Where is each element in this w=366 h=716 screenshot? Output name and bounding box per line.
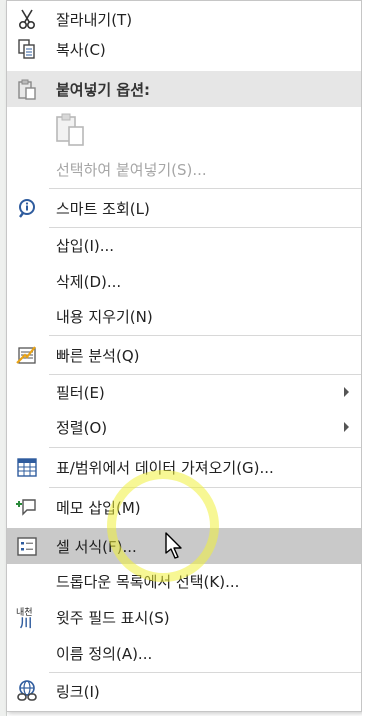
menu-item-quick-analysis[interactable]: 빠른 분석(Q) [7,337,361,373]
menu-item-label: 이름 정의(A)... [56,644,153,663]
menu-item-label: 선택하여 붙여넣기(S)... [56,160,207,179]
menu-item-label: 빠른 분석(Q) [56,346,140,365]
paste-button-icon[interactable] [53,111,89,147]
right-edge [362,0,366,716]
menu-item-filter[interactable]: 필터(E) [7,374,361,410]
menu-item-clear-contents[interactable]: 내용 지우기(N) [7,298,361,334]
menu-item-label: 스마트 조회(L) [56,199,150,218]
menu-item-delete[interactable]: 삭제(D)... [7,263,361,299]
svg-text:川: 川 [19,616,32,629]
menu-item-label: 삽입(I)... [56,236,115,255]
phonetic-icon: 내천 川 [15,605,39,630]
copy-icon [15,37,39,61]
menu-item-label: 셀 서식(F)... [56,537,137,556]
menu-item-define-name[interactable]: 이름 정의(A)... [7,635,361,671]
link-icon [15,679,39,703]
menu-item-pick-from-list[interactable]: 드롭다운 목록에서 선택(K)... [7,563,361,599]
menu-item-label: 표/범위에서 데이터 가져오기(G)... [56,458,274,477]
menu-item-label: 붙여넣기 옵션: [56,80,151,99]
format-cells-icon [15,534,39,558]
clipboard-icon [15,77,39,101]
menu-item-get-data[interactable]: 표/범위에서 데이터 가져오기(G)... [7,449,361,485]
menu-item-phonetic-field[interactable]: 내천 川 윗주 필드 표시(S) [7,599,361,635]
menu-item-label: 내용 지우기(N) [56,307,153,326]
menu-item-label: 잘라내기(T) [56,10,133,29]
menu-item-paste-special: 선택하여 붙여넣기(S)... [7,151,361,187]
smart-lookup-icon [15,196,39,220]
menu-item-format-cells[interactable]: 셀 서식(F)... [7,528,361,564]
menu-item-label: 링크(I) [56,682,100,701]
menu-item-label: 필터(E) [56,383,105,402]
menu-item-insert-comment[interactable]: 메모 삽입(M) [7,489,361,525]
separator [49,335,361,336]
quick-analysis-icon [15,343,39,367]
menu-item-label: 복사(C) [56,40,106,59]
menu-item-label: 메모 삽입(M) [56,498,141,517]
context-menu: 잘라내기(T) 복사(C) 붙여넣기 옵션: 선택하여 붙여넣기(S)... 스… [6,0,362,712]
scissors-icon [15,7,39,31]
comment-icon [15,495,39,519]
menu-item-smart-lookup[interactable]: 스마트 조회(L) [7,190,361,226]
menu-item-insert[interactable]: 삽입(I)... [7,227,361,263]
menu-item-sort[interactable]: 정렬(O) [7,409,361,445]
menu-item-label: 삭제(D)... [56,272,122,291]
submenu-arrow-icon [344,422,349,432]
paste-options-header: 붙여넣기 옵션: [7,71,361,107]
table-icon [15,455,39,479]
menu-item-label: 드롭다운 목록에서 선택(K)... [56,572,240,591]
menu-item-copy[interactable]: 복사(C) [7,31,361,67]
separator [49,447,361,448]
separator [49,188,361,189]
submenu-arrow-icon [344,387,349,397]
separator [49,487,361,488]
menu-item-link[interactable]: 링크(I) [7,673,361,709]
menu-item-label: 정렬(O) [56,418,108,437]
menu-item-label: 윗주 필드 표시(S) [56,608,170,627]
